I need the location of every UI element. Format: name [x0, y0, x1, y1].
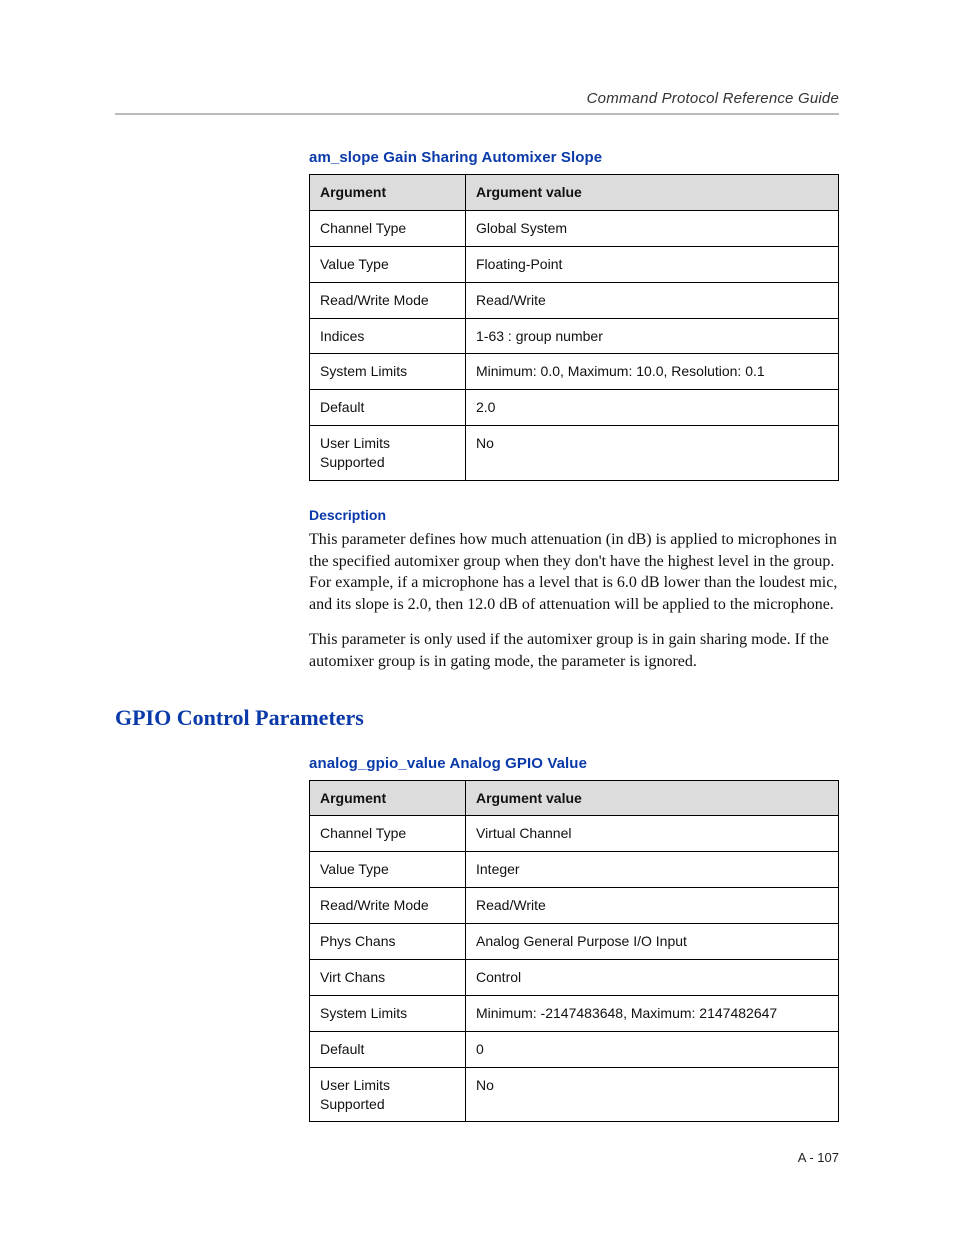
cell-arg: Indices [310, 318, 466, 354]
cell-arg: Read/Write Mode [310, 282, 466, 318]
cell-val: Read/Write [466, 888, 839, 924]
th-argument: Argument [310, 780, 466, 816]
subsection-analog-gpio-value: analog_gpio_value Analog GPIO Value Argu… [309, 755, 839, 1123]
cell-val: Read/Write [466, 282, 839, 318]
table-analog-gpio-value: Argument Argument value Channel Type Vir… [309, 780, 839, 1123]
cell-val: No [466, 1067, 839, 1122]
table-row: Value Type Floating-Point [310, 246, 839, 282]
th-argument: Argument [310, 175, 466, 211]
cell-val: 2.0 [466, 390, 839, 426]
cell-arg: Default [310, 390, 466, 426]
cell-arg: Default [310, 1031, 466, 1067]
cell-arg: User Limits Supported [310, 426, 466, 481]
cell-val: Integer [466, 852, 839, 888]
table-row: User Limits Supported No [310, 426, 839, 481]
cell-arg: Read/Write Mode [310, 888, 466, 924]
cell-val: Virtual Channel [466, 816, 839, 852]
th-argument-value: Argument value [466, 175, 839, 211]
table-row: Read/Write Mode Read/Write [310, 888, 839, 924]
table-header-row: Argument Argument value [310, 175, 839, 211]
cell-arg: System Limits [310, 354, 466, 390]
cell-arg: Phys Chans [310, 924, 466, 960]
header-rule [115, 113, 839, 115]
cell-val: Minimum: 0.0, Maximum: 10.0, Resolution:… [466, 354, 839, 390]
table-row: User Limits Supported No [310, 1067, 839, 1122]
cell-val: No [466, 426, 839, 481]
table-header-row: Argument Argument value [310, 780, 839, 816]
table-row: Default 2.0 [310, 390, 839, 426]
cell-arg: Virt Chans [310, 960, 466, 996]
cell-arg: Value Type [310, 852, 466, 888]
page: Command Protocol Reference Guide am_slop… [0, 0, 954, 1235]
table-row: Value Type Integer [310, 852, 839, 888]
description-paragraph: This parameter is only used if the autom… [309, 629, 839, 672]
table-row: Channel Type Virtual Channel [310, 816, 839, 852]
description-paragraph: This parameter defines how much attenuat… [309, 529, 839, 615]
subsection-title-am-slope: am_slope Gain Sharing Automixer Slope [309, 149, 839, 166]
page-number: A - 107 [798, 1150, 839, 1165]
table-row: Default 0 [310, 1031, 839, 1067]
cell-val: Analog General Purpose I/O Input [466, 924, 839, 960]
cell-arg: Value Type [310, 246, 466, 282]
cell-val: 0 [466, 1031, 839, 1067]
cell-val: 1-63 : group number [466, 318, 839, 354]
table-row: Read/Write Mode Read/Write [310, 282, 839, 318]
table-am-slope: Argument Argument value Channel Type Glo… [309, 174, 839, 481]
table-row: Indices 1-63 : group number [310, 318, 839, 354]
cell-val: Control [466, 960, 839, 996]
cell-arg: Channel Type [310, 210, 466, 246]
table-row: Virt Chans Control [310, 960, 839, 996]
description-heading: Description [309, 507, 839, 523]
table-row: Channel Type Global System [310, 210, 839, 246]
cell-val: Minimum: -2147483648, Maximum: 214748264… [466, 995, 839, 1031]
subsection-title-analog-gpio-value: analog_gpio_value Analog GPIO Value [309, 755, 839, 772]
section-heading-gpio: GPIO Control Parameters [115, 705, 839, 731]
cell-val: Global System [466, 210, 839, 246]
cell-arg: User Limits Supported [310, 1067, 466, 1122]
cell-val: Floating-Point [466, 246, 839, 282]
table-row: System Limits Minimum: -2147483648, Maxi… [310, 995, 839, 1031]
running-header: Command Protocol Reference Guide [115, 90, 839, 107]
table-row: Phys Chans Analog General Purpose I/O In… [310, 924, 839, 960]
table-row: System Limits Minimum: 0.0, Maximum: 10.… [310, 354, 839, 390]
th-argument-value: Argument value [466, 780, 839, 816]
subsection-am-slope: am_slope Gain Sharing Automixer Slope Ar… [309, 149, 839, 673]
cell-arg: Channel Type [310, 816, 466, 852]
cell-arg: System Limits [310, 995, 466, 1031]
